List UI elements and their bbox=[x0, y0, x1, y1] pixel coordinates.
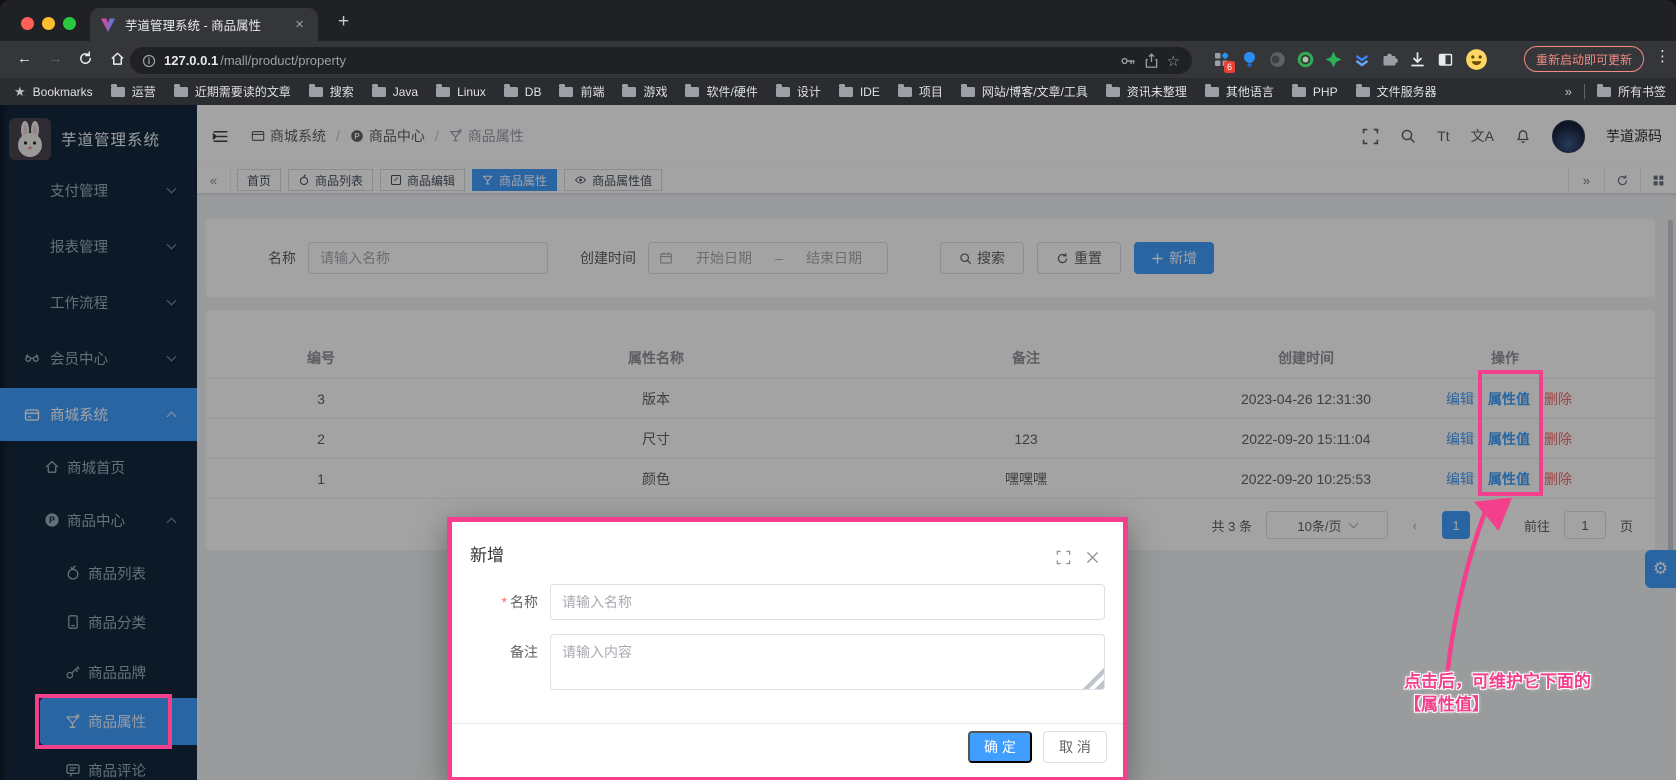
extension-grid-icon[interactable]: 6 bbox=[1212, 50, 1231, 69]
bookmark-folder[interactable]: 项目 bbox=[898, 83, 943, 100]
url-path: /mall/product/property bbox=[220, 53, 346, 68]
address-bar[interactable]: 127.0.0.1/mall/product/property ☆ bbox=[130, 47, 1192, 74]
folder-icon bbox=[436, 87, 450, 97]
dialog-cancel-button[interactable]: 取 消 bbox=[1043, 731, 1107, 763]
star-icon: ★ bbox=[14, 84, 26, 100]
dialog-confirm-button[interactable]: 确 定 bbox=[968, 731, 1032, 763]
bookmarks-overflow-icon[interactable]: » bbox=[1565, 84, 1572, 99]
bookmark-folder[interactable]: 运营 bbox=[111, 83, 156, 100]
dialog-name-input[interactable] bbox=[550, 584, 1105, 620]
browser-window: 芋道管理系统 - 商品属性 × + ← → 127.0.0.1/mall/pro… bbox=[0, 0, 1676, 780]
annotation-line-2: 【属性值】 bbox=[1404, 693, 1591, 716]
close-window-button[interactable] bbox=[21, 17, 34, 30]
folder-icon bbox=[174, 87, 188, 97]
bookmark-folder[interactable]: PHP bbox=[1292, 85, 1338, 99]
titlebar: 芋道管理系统 - 商品属性 × + bbox=[0, 0, 1676, 41]
dialog-remark-textarea[interactable] bbox=[550, 634, 1105, 690]
browser-update-button[interactable]: 重新启动即可更新 bbox=[1524, 46, 1644, 72]
folder-icon bbox=[622, 87, 636, 97]
extension-lamp-icon[interactable] bbox=[1240, 50, 1259, 69]
folder-icon bbox=[559, 87, 573, 97]
browser-tab[interactable]: 芋道管理系统 - 商品属性 × bbox=[90, 8, 318, 41]
divider bbox=[1584, 84, 1585, 99]
home-icon[interactable] bbox=[110, 51, 125, 66]
new-tab-button[interactable]: + bbox=[338, 12, 349, 31]
bookmark-folder[interactable]: 资讯未整理 bbox=[1106, 83, 1187, 100]
download-icon[interactable] bbox=[1408, 50, 1427, 69]
bookmark-folder[interactable]: Java bbox=[372, 85, 418, 99]
forward-icon[interactable]: → bbox=[48, 50, 63, 67]
bookmark-folder[interactable]: IDE bbox=[839, 85, 880, 99]
bookmark-folder[interactable]: 游戏 bbox=[622, 83, 667, 100]
app-viewport: 芋道管理系统 支付管理 报表管理 工作流程 会员中心 bbox=[0, 105, 1676, 780]
annotation-box-property-values bbox=[1478, 370, 1543, 496]
required-asterisk: * bbox=[502, 594, 507, 610]
folder-icon bbox=[1205, 87, 1219, 97]
minimize-window-button[interactable] bbox=[42, 17, 55, 30]
extension-blue-chevrons-icon[interactable] bbox=[1352, 50, 1371, 69]
annotation-box-sidebar bbox=[35, 694, 172, 749]
bookmark-folder[interactable]: 其他语言 bbox=[1205, 83, 1274, 100]
bookmark-folder[interactable]: Linux bbox=[436, 85, 486, 99]
extension-dark-circle-icon[interactable] bbox=[1268, 50, 1287, 69]
bookmark-folder[interactable]: 近期需要读的文章 bbox=[174, 83, 291, 100]
dialog-remark-label: 备注 bbox=[452, 634, 538, 662]
annotation-note: 点击后，可维护它下面的 【属性值】 bbox=[1404, 670, 1591, 716]
dialog-footer-divider bbox=[452, 723, 1123, 724]
dialog-fullscreen-icon[interactable] bbox=[1056, 550, 1071, 565]
folder-icon bbox=[961, 87, 975, 97]
bookmark-folder[interactable]: 文件服务器 bbox=[1356, 83, 1437, 100]
all-bookmarks-button[interactable]: 所有书签 bbox=[1597, 83, 1666, 100]
folder-icon bbox=[111, 87, 125, 97]
extension-puzzle-icon[interactable] bbox=[1380, 50, 1399, 69]
extension-split-square-icon[interactable] bbox=[1436, 50, 1455, 69]
bookmark-folder[interactable]: DB bbox=[504, 85, 542, 99]
folder-icon bbox=[504, 87, 518, 97]
add-dialog: 新增 *名称 备注 确 定 取 消 bbox=[447, 517, 1128, 780]
dialog-close-icon[interactable] bbox=[1085, 550, 1100, 565]
extensions-row: 6 bbox=[1212, 41, 1488, 78]
reload-icon[interactable] bbox=[78, 51, 93, 66]
site-info-icon[interactable] bbox=[142, 54, 156, 68]
folder-icon bbox=[309, 87, 323, 97]
bookmark-folder[interactable]: 前端 bbox=[559, 83, 604, 100]
bookmark-star-icon[interactable]: ☆ bbox=[1167, 52, 1180, 70]
bookmark-folder[interactable]: 搜索 bbox=[309, 83, 354, 100]
bookmark-folder[interactable]: 网站/博客/文章/工具 bbox=[961, 83, 1088, 100]
profile-avatar-emoji[interactable] bbox=[1464, 48, 1488, 72]
dialog-name-label: *名称 bbox=[452, 584, 538, 612]
folder-icon bbox=[372, 87, 386, 97]
window-controls bbox=[21, 17, 76, 30]
folder-icon bbox=[776, 87, 790, 97]
back-icon[interactable]: ← bbox=[17, 50, 32, 67]
bookmark-folder[interactable]: 软件/硬件 bbox=[685, 83, 757, 100]
zoom-window-button[interactable] bbox=[63, 17, 76, 30]
folder-icon bbox=[1356, 87, 1370, 97]
password-key-icon[interactable] bbox=[1120, 53, 1136, 69]
dialog-title: 新增 bbox=[470, 541, 504, 566]
tab-title: 芋道管理系统 - 商品属性 bbox=[125, 15, 291, 34]
extension-green-star-icon[interactable] bbox=[1324, 50, 1343, 69]
browser-menu-icon[interactable]: ⋮ bbox=[1655, 47, 1670, 65]
folder-icon bbox=[1292, 87, 1306, 97]
bookmark-folder[interactable]: 设计 bbox=[776, 83, 821, 100]
folder-icon bbox=[898, 87, 912, 97]
dialog-header: 新增 bbox=[452, 522, 1123, 584]
share-icon[interactable] bbox=[1144, 53, 1159, 69]
extension-badge: 6 bbox=[1224, 61, 1235, 73]
extension-green-ring-icon[interactable] bbox=[1296, 50, 1315, 69]
folder-icon bbox=[1106, 87, 1120, 97]
folder-icon bbox=[839, 87, 853, 97]
annotation-line-1: 点击后，可维护它下面的 bbox=[1404, 670, 1591, 693]
bookmarks-bar: ★ Bookmarks 运营 近期需要读的文章 搜索 Java Linux DB… bbox=[0, 78, 1676, 105]
favicon bbox=[100, 17, 116, 33]
url-host: 127.0.0.1 bbox=[164, 53, 218, 68]
folder-icon bbox=[685, 87, 699, 97]
folder-icon bbox=[1597, 87, 1611, 97]
bookmarks-root[interactable]: ★ Bookmarks bbox=[14, 84, 93, 100]
tab-close-icon[interactable]: × bbox=[291, 15, 308, 34]
